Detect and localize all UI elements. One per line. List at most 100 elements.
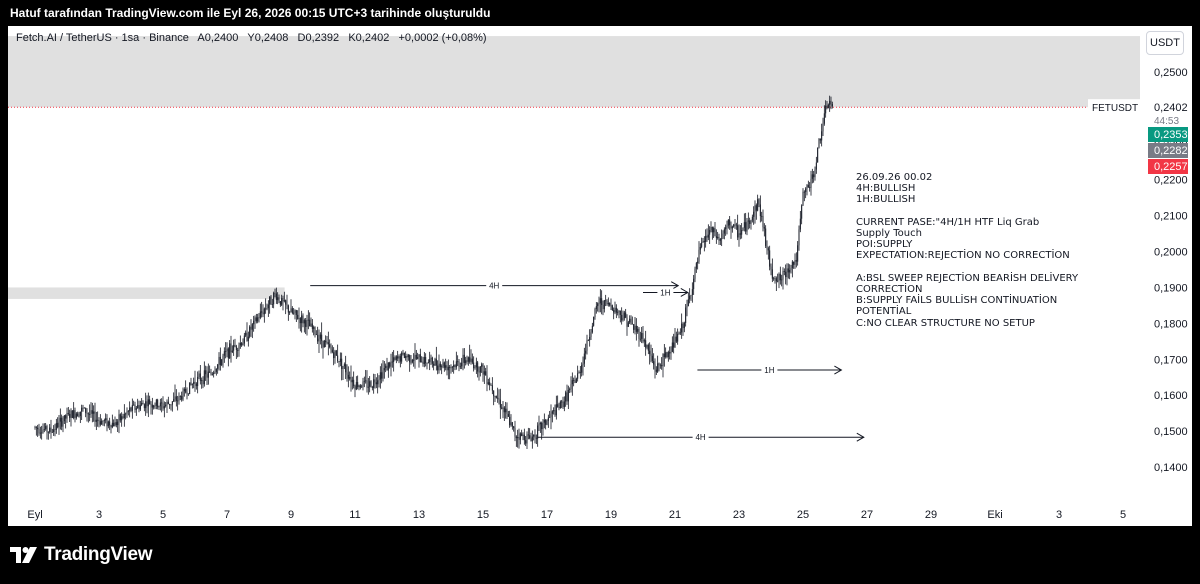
candle-body	[53, 429, 55, 432]
candle-body	[721, 238, 723, 240]
note-line: CORRECTİON	[856, 284, 923, 296]
candle-body	[451, 366, 453, 368]
candle-body	[307, 319, 309, 321]
candle-body	[585, 350, 587, 354]
candle-body	[78, 416, 80, 417]
candle-body	[799, 218, 801, 230]
time-tick-label: 3	[96, 509, 102, 521]
candle-body	[547, 417, 549, 421]
candle-body	[231, 350, 233, 353]
candle-body	[399, 356, 401, 362]
candle-body	[598, 303, 600, 305]
candle-body	[431, 357, 433, 364]
candle-body	[165, 404, 167, 407]
candle-body	[703, 240, 705, 243]
candle-body	[614, 307, 616, 313]
candle-body	[106, 418, 108, 427]
candle-body	[735, 224, 737, 226]
ticker-label[interactable]: FETUSDT	[1092, 103, 1138, 114]
candle-body	[786, 268, 788, 278]
candle-body	[110, 425, 112, 428]
candle-body	[683, 323, 685, 329]
candle-body	[695, 263, 697, 269]
candle-body	[322, 340, 324, 348]
candle-body	[261, 311, 263, 313]
candle-body	[567, 390, 569, 402]
price-tick-label: 0,1800	[1154, 318, 1188, 330]
candle-body	[77, 413, 79, 417]
candle-body	[127, 411, 129, 413]
candle-body	[603, 300, 605, 310]
candle-body	[61, 417, 63, 427]
candle-body	[190, 382, 192, 385]
candle-body	[570, 384, 572, 390]
candle-body	[423, 357, 425, 365]
candle-body	[479, 366, 481, 373]
candle-body	[765, 228, 767, 246]
left-zone[interactable]	[8, 287, 285, 299]
candle-body	[259, 311, 261, 318]
candle-body	[463, 354, 465, 363]
time-tick-label: Eyl	[27, 509, 42, 521]
candle-body	[821, 131, 823, 141]
candle-body	[449, 366, 451, 368]
candle-body	[334, 350, 336, 359]
candle-body	[810, 178, 812, 188]
candle-body	[357, 382, 359, 388]
candle-body	[43, 429, 45, 430]
ray-label: 4H	[695, 433, 705, 442]
candle-body	[143, 404, 145, 409]
candle-body	[290, 308, 292, 313]
candle-body	[653, 361, 655, 365]
candle-body	[246, 332, 248, 341]
candle-body	[183, 389, 185, 392]
candle-body	[339, 358, 341, 362]
candle-body	[89, 413, 91, 415]
note-line: POI:SUPPLY	[856, 239, 913, 251]
chart-frame[interactable]: 4H1H1H4H 0,25000,23000,22000,21000,20000…	[8, 26, 1192, 526]
candle-body	[174, 396, 176, 400]
tradingview-logo[interactable]: TradingView	[10, 544, 153, 566]
candle-body	[657, 363, 659, 372]
symbol-legend[interactable]: Fetch.AI / TetherUS · 1sa · Binance A0,2…	[16, 32, 487, 44]
candle-body	[257, 317, 259, 322]
price-tick-label: 0,1900	[1154, 282, 1188, 294]
candle-body	[802, 191, 804, 206]
candle-body	[785, 271, 787, 278]
candle-body	[46, 426, 48, 433]
candle-body	[587, 340, 589, 342]
candle-body	[406, 356, 408, 358]
candle-body	[561, 401, 563, 403]
candle-body	[283, 300, 285, 302]
candle-body	[670, 351, 672, 354]
candle-body	[711, 227, 713, 233]
supply-zone[interactable]	[8, 36, 1140, 108]
candle-body	[289, 312, 291, 314]
candle-body	[95, 419, 97, 422]
candle-body	[133, 404, 135, 406]
candle-body	[650, 353, 652, 356]
candle-body	[494, 396, 496, 397]
candle-body	[442, 362, 444, 367]
symbol-name[interactable]: Fetch.AI / TetherUS · 1sa · Binance	[16, 32, 189, 44]
candle-body	[671, 342, 673, 352]
candle-body	[65, 415, 67, 419]
price-tick-label: 0,2500	[1154, 67, 1188, 79]
candle-body	[534, 434, 536, 438]
note-line: Supply Touch	[856, 228, 922, 240]
candle-body	[506, 408, 508, 414]
candle-body	[203, 370, 205, 385]
snapshot-caption: Hatuf tarafından TradingView.com ile Eyl…	[10, 6, 491, 20]
candle-body	[514, 428, 516, 437]
candle-body	[549, 417, 551, 418]
candle-body	[151, 404, 153, 408]
currency-button[interactable]: USDT	[1146, 31, 1184, 55]
candle-body	[122, 416, 124, 419]
candle-body	[803, 191, 805, 193]
candle-body	[601, 298, 603, 306]
candle-body	[733, 224, 735, 227]
candle-body	[125, 413, 127, 415]
candle-body	[751, 216, 753, 221]
candle-body	[719, 238, 721, 241]
candle-body	[690, 294, 692, 296]
